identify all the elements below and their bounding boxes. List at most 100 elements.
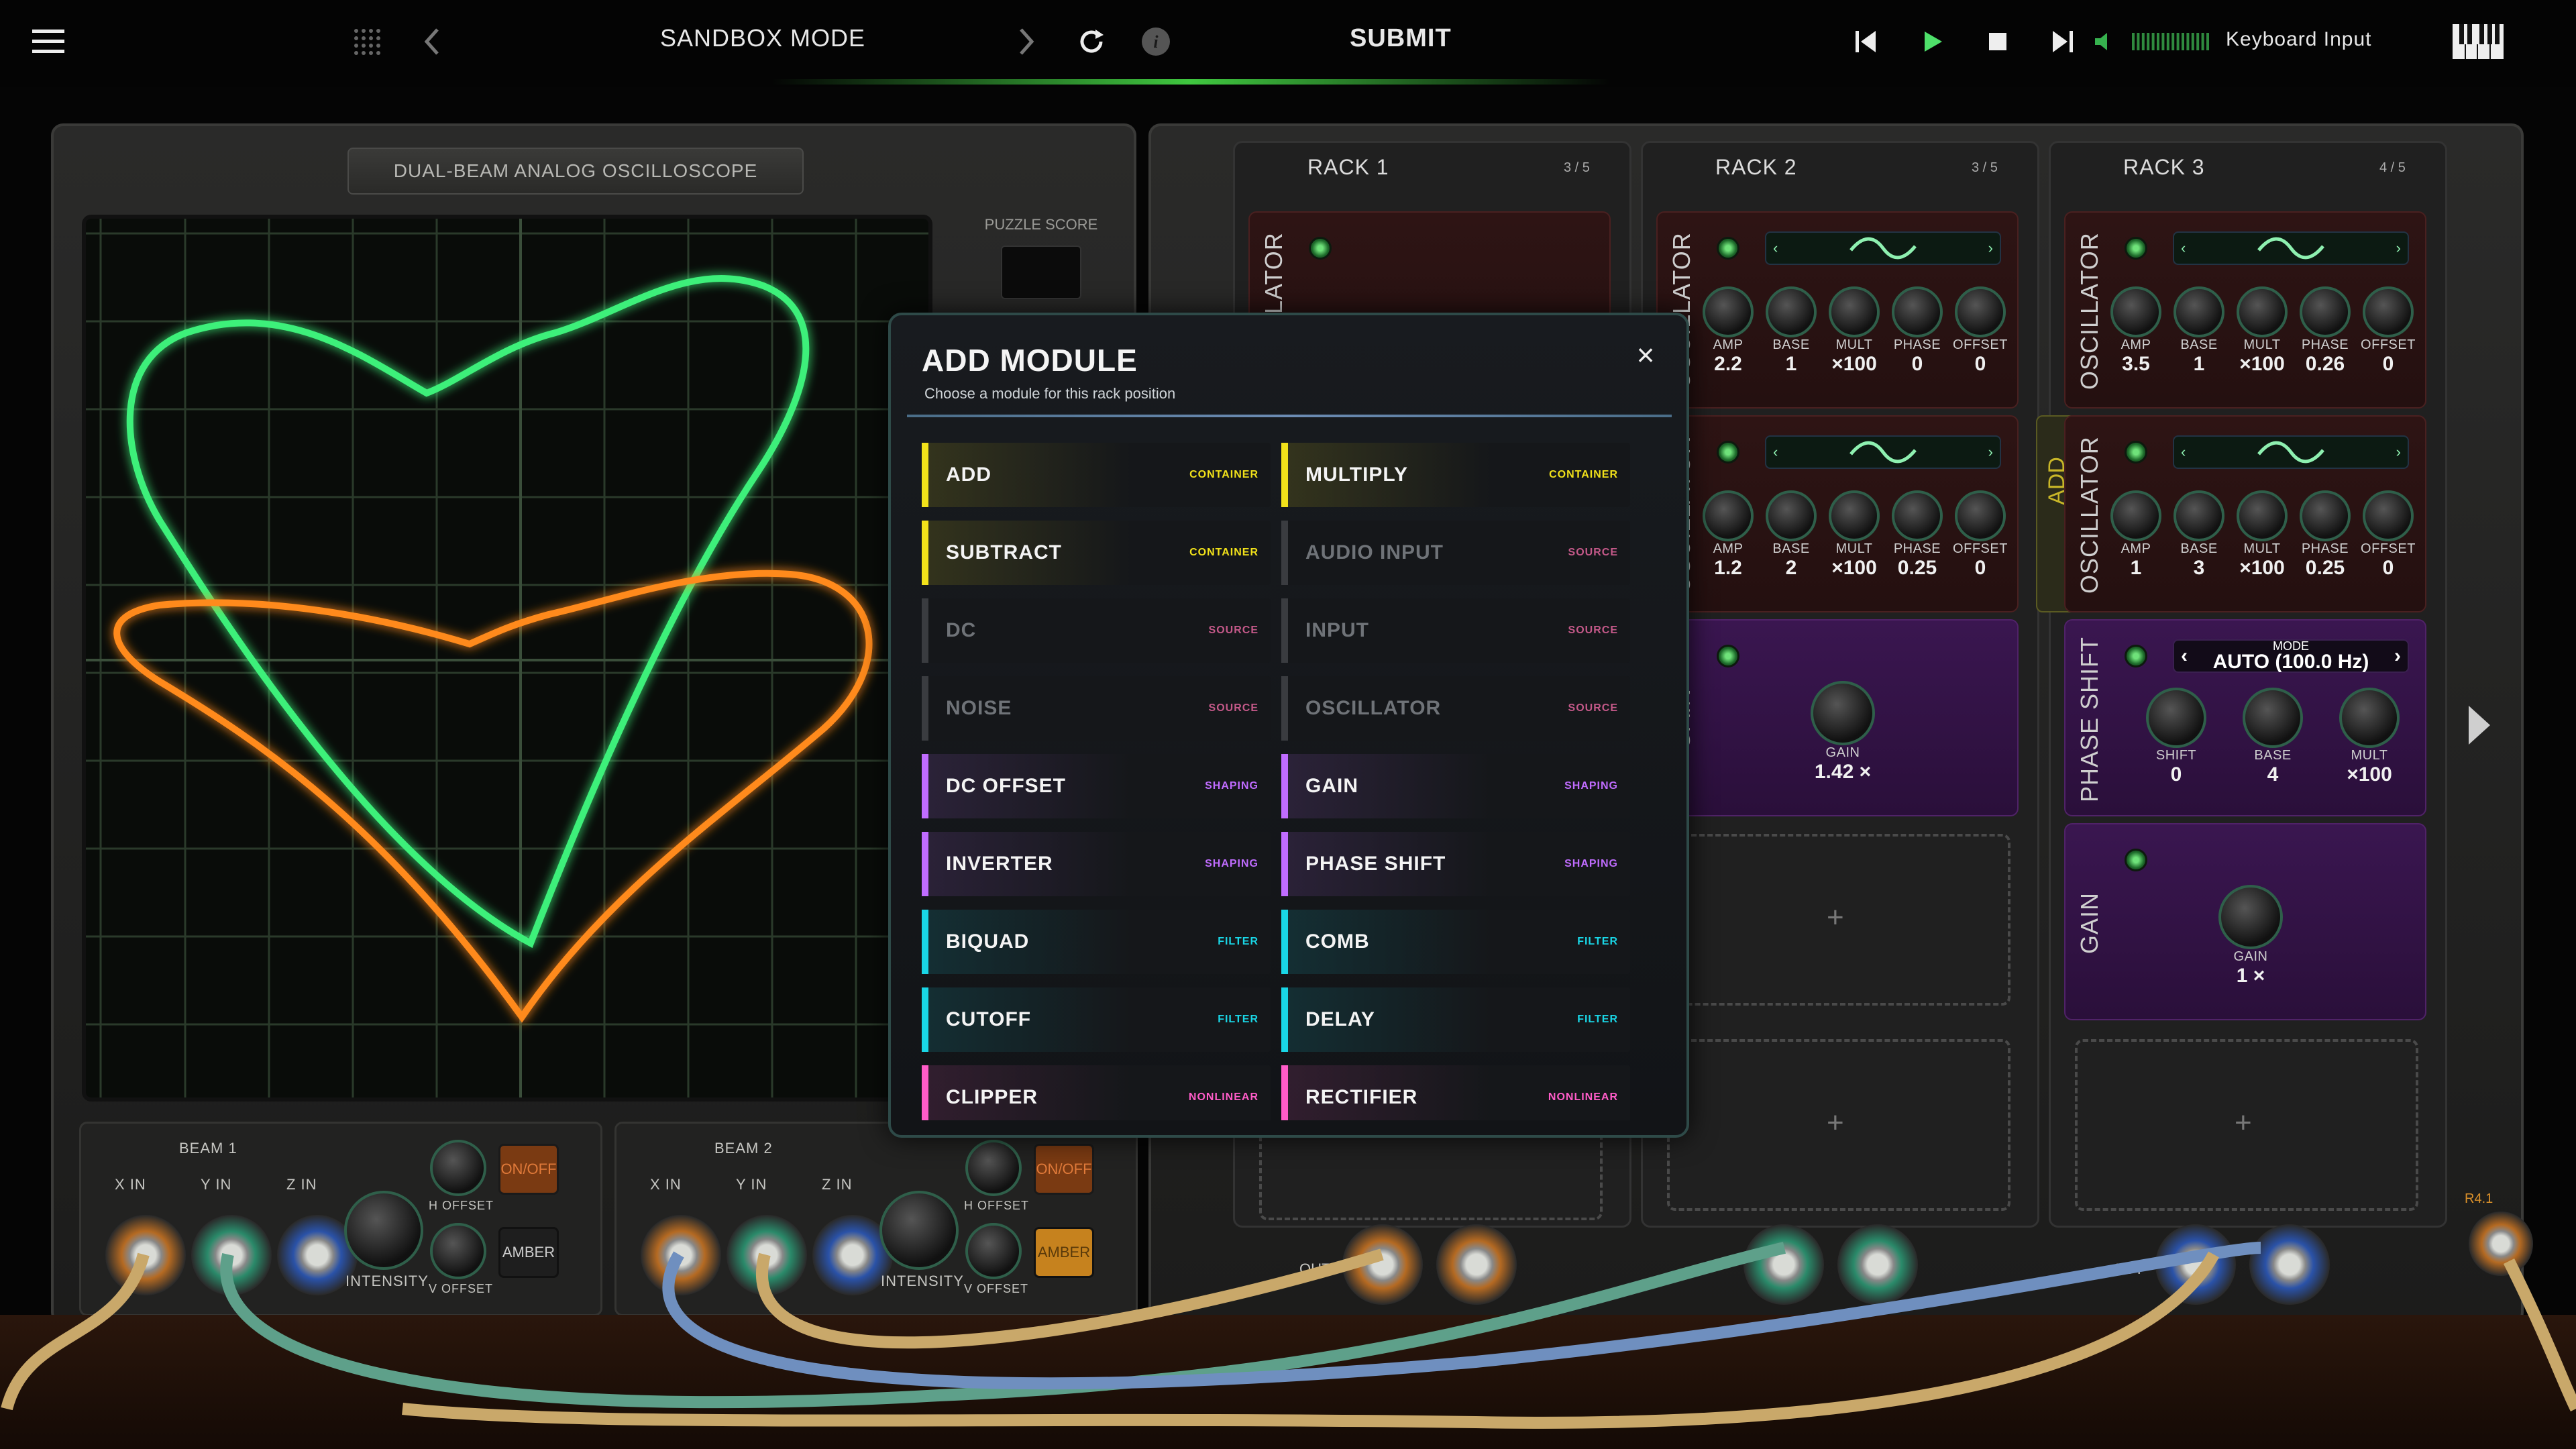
- offset-knob[interactable]: [2363, 490, 2414, 541]
- stop-icon[interactable]: [1984, 20, 2011, 63]
- waveform-next-icon[interactable]: ›: [2396, 239, 2401, 257]
- module-option-subtract[interactable]: SUBTRACT CONTAINER: [922, 521, 1271, 585]
- module-option-dc[interactable]: DC SOURCE: [922, 598, 1271, 663]
- base-knob[interactable]: [1766, 286, 1817, 337]
- rack-3-osc-2-amp[interactable]: AMP 1: [2106, 490, 2166, 580]
- next-rack-chevron-icon[interactable]: [2466, 702, 2493, 749]
- module-option-dc-offset[interactable]: DC OFFSET SHAPING: [922, 754, 1271, 818]
- waveform-next-icon[interactable]: ›: [1988, 239, 1993, 257]
- rack-3-phase-shift-mult[interactable]: MULT ×100: [2332, 688, 2406, 786]
- beam-2-power-button[interactable]: ON/OFF: [1034, 1144, 1094, 1195]
- rack-3-osc-1-mult[interactable]: MULT ×100: [2232, 286, 2292, 376]
- amp-knob[interactable]: [1703, 490, 1754, 541]
- amp-knob[interactable]: [1703, 286, 1754, 337]
- rack-3-osc-1-base[interactable]: BASE 1: [2169, 286, 2229, 376]
- module-option-gain[interactable]: GAIN SHAPING: [1281, 754, 1630, 818]
- waveform-next-icon[interactable]: ›: [1988, 443, 1993, 461]
- rack-3-oscillator-1[interactable]: OSCILLATOR ‹ › AMP 3.5 BASE 1 MULT ×100 PHA…: [2064, 211, 2426, 409]
- rack-2-osc-2-mult[interactable]: MULT ×100: [1824, 490, 1884, 580]
- skip-back-icon[interactable]: [1853, 20, 1880, 63]
- rack-3-phase-shift-shift[interactable]: SHIFT 0: [2139, 688, 2213, 786]
- rack-2-gain[interactable]: GAIN GAIN1.42 ×: [1656, 619, 2019, 816]
- rack-3-osc-2-base[interactable]: BASE 3: [2169, 490, 2229, 580]
- module-option-comb[interactable]: COMB FILTER: [1281, 910, 1630, 974]
- rack-3-oscillator-2-waveform-selector[interactable]: ‹ ›: [2173, 435, 2409, 469]
- rack-2-osc-1-amp[interactable]: AMP 2.2: [1698, 286, 1758, 376]
- module-option-rectifier[interactable]: RECTIFIER NONLINEAR: [1281, 1065, 1630, 1120]
- rack-3-osc-2-offset[interactable]: OFFSET 0: [2358, 490, 2418, 580]
- submit-button[interactable]: SUBMIT: [1350, 24, 1452, 53]
- module-option-noise[interactable]: NOISE SOURCE: [922, 676, 1271, 741]
- rack-3-osc-2-phase[interactable]: PHASE 0.25: [2295, 490, 2355, 580]
- shift-knob[interactable]: [2146, 688, 2206, 748]
- gain-knob[interactable]: [2218, 885, 2283, 949]
- rack-2-osc-1-mult[interactable]: MULT ×100: [1824, 286, 1884, 376]
- module-option-inverter[interactable]: INVERTER SHAPING: [922, 832, 1271, 896]
- module-option-input[interactable]: INPUT SOURCE: [1281, 598, 1630, 663]
- rack-2-osc-1-phase[interactable]: PHASE 0: [1887, 286, 1947, 376]
- offset-knob[interactable]: [1955, 490, 2006, 541]
- mult-knob[interactable]: [1829, 490, 1880, 541]
- rack-2-oscillator-2[interactable]: OSCILLATOR ‹ › AMP1.2 BASE2 MULT×100 PHA…: [1656, 415, 2019, 612]
- rack-3-gain[interactable]: GAIN GAIN 1 ×: [2064, 823, 2426, 1020]
- beam-1-power-button[interactable]: ON/OFF: [498, 1144, 559, 1195]
- rack-3-oscillator-2[interactable]: OSCILLATOR ‹ › AMP 1 BASE 3 MULT ×100 PHASE…: [2064, 415, 2426, 612]
- chevron-right-icon[interactable]: [1012, 20, 1041, 63]
- rack-2-oscillator-2-waveform-selector[interactable]: ‹ ›: [1765, 435, 2001, 469]
- offset-knob[interactable]: [1955, 286, 2006, 337]
- rack-2-osc-2-phase[interactable]: PHASE 0.25: [1887, 490, 1947, 580]
- rack-3-osc-1-phase[interactable]: PHASE 0.26: [2295, 286, 2355, 376]
- beam-1-h-offset-knob[interactable]: [430, 1140, 486, 1196]
- rack-3-empty-slot[interactable]: +: [2075, 1039, 2418, 1211]
- waveform-prev-icon[interactable]: ‹: [2181, 239, 2186, 257]
- mult-knob[interactable]: [2237, 286, 2288, 337]
- mode-prev-icon[interactable]: ‹: [2181, 645, 2188, 667]
- waveform-prev-icon[interactable]: ‹: [2181, 443, 2186, 461]
- rack-2-osc-1-offset[interactable]: OFFSET 0: [1950, 286, 2010, 376]
- beam-2-h-offset-knob[interactable]: [965, 1140, 1022, 1196]
- volume-meter[interactable]: [2131, 20, 2214, 63]
- phase-knob[interactable]: [1892, 490, 1943, 541]
- rack-2-oscillator-2-led[interactable]: [1717, 441, 1739, 464]
- waveform-prev-icon[interactable]: ‹: [1773, 239, 1778, 257]
- gain-knob[interactable]: [1811, 681, 1875, 745]
- info-icon[interactable]: i: [1138, 20, 1174, 63]
- rack-2-oscillator-1-led[interactable]: [1717, 237, 1739, 260]
- rack-2-osc-2-offset[interactable]: OFFSET 0: [1950, 490, 2010, 580]
- phase-knob[interactable]: [2300, 286, 2351, 337]
- rack-3-oscillator-1-led[interactable]: [2125, 237, 2147, 260]
- base-knob[interactable]: [2243, 688, 2303, 748]
- close-icon[interactable]: ×: [1629, 337, 1662, 372]
- rack-3-phase-shift-led[interactable]: [2125, 645, 2147, 667]
- reset-icon[interactable]: [1073, 20, 1110, 63]
- volume-icon[interactable]: [2092, 20, 2114, 63]
- offset-knob[interactable]: [2363, 286, 2414, 337]
- hamburger-menu-icon[interactable]: [30, 20, 67, 63]
- module-option-biquad[interactable]: BIQUAD FILTER: [922, 910, 1271, 974]
- chevron-left-icon[interactable]: [417, 20, 447, 63]
- amp-knob[interactable]: [2110, 490, 2161, 541]
- rack-2-osc-2-amp[interactable]: AMP 1.2: [1698, 490, 1758, 580]
- amp-knob[interactable]: [2110, 286, 2161, 337]
- rack-2-osc-1-base[interactable]: BASE 1: [1761, 286, 1821, 376]
- rack-2-empty-slot-1[interactable]: +: [1667, 834, 2010, 1006]
- mode-next-icon[interactable]: ›: [2394, 645, 2401, 667]
- play-icon[interactable]: [1920, 20, 1947, 63]
- module-option-add[interactable]: ADD CONTAINER: [922, 443, 1271, 507]
- rack-3-osc-1-offset[interactable]: OFFSET 0: [2358, 286, 2418, 376]
- rack-3-oscillator-2-led[interactable]: [2125, 441, 2147, 464]
- rack-2-gain-led[interactable]: [1717, 645, 1739, 667]
- mult-knob[interactable]: [2237, 490, 2288, 541]
- keyboard-icon[interactable]: [2451, 20, 2505, 63]
- module-option-audio-input[interactable]: AUDIO INPUT SOURCE: [1281, 521, 1630, 585]
- module-option-phase-shift[interactable]: PHASE SHIFT SHAPING: [1281, 832, 1630, 896]
- base-knob[interactable]: [2174, 286, 2224, 337]
- module-option-multiply[interactable]: MULTIPLY CONTAINER: [1281, 443, 1630, 507]
- rack-3-osc-2-mult[interactable]: MULT ×100: [2232, 490, 2292, 580]
- skip-forward-icon[interactable]: [2049, 20, 2076, 63]
- rack-3-oscillator-1-waveform-selector[interactable]: ‹ ›: [2173, 231, 2409, 265]
- rack-3-phase-shift-mode-selector[interactable]: ‹ MODE AUTO (100.0 Hz) ›: [2173, 639, 2409, 673]
- rack-2-oscillator-1-waveform-selector[interactable]: ‹ ›: [1765, 231, 2001, 265]
- module-option-clipper[interactable]: CLIPPER NONLINEAR: [922, 1065, 1271, 1120]
- rack-3-osc-1-amp[interactable]: AMP 3.5: [2106, 286, 2166, 376]
